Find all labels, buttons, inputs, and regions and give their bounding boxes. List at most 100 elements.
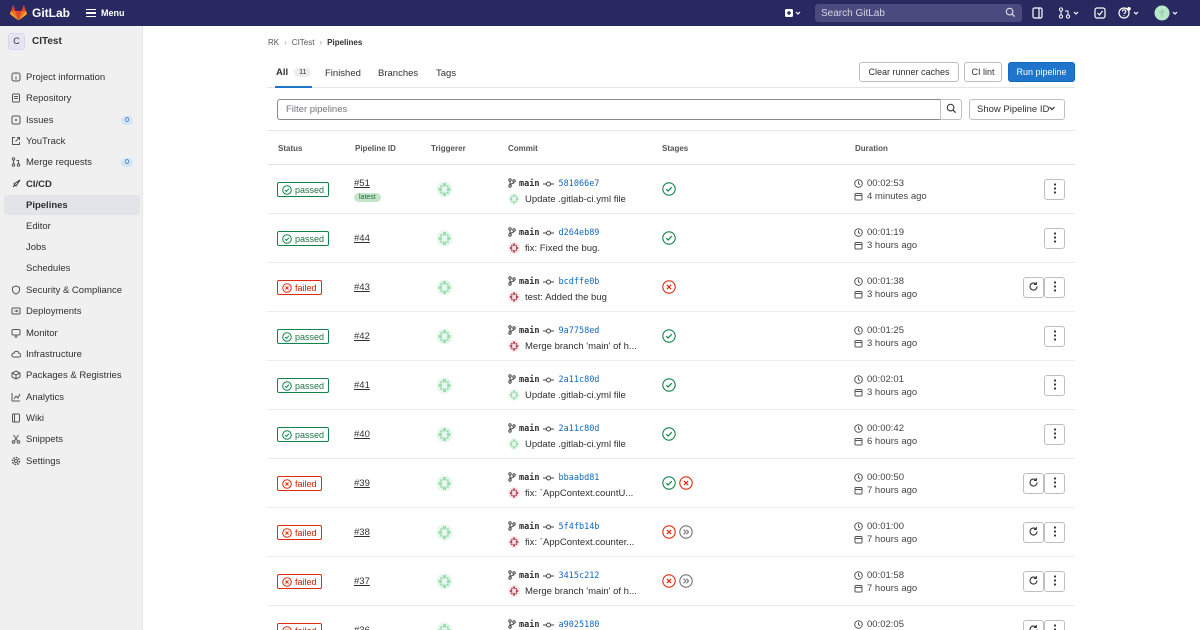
branch-link[interactable]: main [519,424,539,434]
status-badge[interactable]: failed [277,623,322,630]
commit-title-link[interactable]: fix: `AppContext.counter... [525,537,634,548]
triggerer-avatar[interactable] [436,181,453,198]
branch-link[interactable]: main [519,179,539,189]
sidebar-item-wiki[interactable]: Wiki [0,408,143,428]
stage-failed-icon[interactable] [679,476,693,490]
author-avatar[interactable] [508,487,520,499]
tab-all[interactable]: All 11 [275,58,313,88]
pipeline-id-link[interactable]: #42 [354,331,370,342]
sidebar-item-pipelines[interactable]: Pipelines [4,195,140,215]
commit-sha-link[interactable]: 9a7758ed [558,326,599,336]
triggerer-avatar[interactable] [436,622,453,630]
clear-runner-caches-button[interactable]: Clear runner caches [859,62,959,82]
retry-button[interactable] [1023,473,1044,494]
commit-title-link[interactable]: Update .gitlab-ci.yml file [525,439,626,450]
author-avatar[interactable] [508,291,520,303]
breadcrumb-item[interactable]: CITest [292,38,315,47]
branch-link[interactable]: main [519,473,539,483]
tab-branches[interactable]: Branches [378,58,418,88]
author-avatar[interactable] [508,340,520,352]
triggerer-avatar[interactable] [436,230,453,247]
stage-success-icon[interactable] [662,231,676,245]
branch-link[interactable]: main [519,571,539,581]
pipeline-id-link[interactable]: #40 [354,429,370,440]
filter-search-button[interactable] [940,99,962,120]
stage-success-icon[interactable] [662,427,676,441]
stage-skipped-icon[interactable] [679,525,693,539]
more-actions-button[interactable] [1044,522,1065,543]
stage-success-icon[interactable] [662,329,676,343]
new-item-icon[interactable] [780,5,806,21]
triggerer-avatar[interactable] [436,573,453,590]
todo-sidebar-icon[interactable] [1032,5,1043,21]
pipeline-id-link[interactable]: #51 [354,178,370,189]
commit-title-link[interactable]: Merge branch 'main' of h... [525,341,637,352]
author-avatar[interactable] [508,389,520,401]
more-actions-button[interactable] [1044,179,1065,200]
sidebar-item-deployments[interactable]: Deployments [0,301,143,321]
sidebar-item-merge-requests[interactable]: Merge requests 0 [0,152,143,172]
sidebar-item-infrastructure[interactable]: Infrastructure [0,344,143,364]
more-actions-button[interactable] [1044,228,1065,249]
more-actions-button[interactable] [1044,375,1065,396]
sidebar-item-youtrack[interactable]: YouTrack [0,131,143,151]
commit-title-link[interactable]: fix: Fixed the bug. [525,243,600,254]
todos-icon[interactable] [1094,5,1106,21]
commit-sha-link[interactable]: d264eb89 [558,228,599,238]
user-avatar[interactable] [1154,5,1180,21]
sidebar-item-schedules[interactable]: Schedules [0,258,143,278]
branch-link[interactable]: main [519,277,539,287]
branch-link[interactable]: main [519,375,539,385]
author-avatar[interactable] [508,193,520,205]
tab-finished[interactable]: Finished [325,58,361,88]
menu-button[interactable]: Menu [86,7,125,19]
triggerer-avatar[interactable] [436,328,453,345]
sidebar-item-project-information[interactable]: Project information [0,67,143,87]
author-avatar[interactable] [508,536,520,548]
more-actions-button[interactable] [1044,620,1065,630]
stage-success-icon[interactable] [662,378,676,392]
more-actions-button[interactable] [1044,571,1065,592]
more-actions-button[interactable] [1044,473,1065,494]
retry-button[interactable] [1023,571,1044,592]
author-avatar[interactable] [508,585,520,597]
search-input[interactable]: Search GitLab [815,4,1022,22]
commit-sha-link[interactable]: 2a11c80d [558,375,599,385]
stage-failed-icon[interactable] [662,574,676,588]
breadcrumb-current[interactable]: Pipelines [327,38,362,47]
gitlab-logo[interactable]: GitLab [10,5,70,21]
author-avatar[interactable] [508,242,520,254]
sidebar-item-security-compliance[interactable]: Security & Compliance [0,280,143,300]
pipeline-id-link[interactable]: #36 [354,625,370,630]
breadcrumb-item[interactable]: RK [268,38,279,47]
status-badge[interactable]: failed [277,476,322,491]
commit-sha-link[interactable]: bbaabd81 [558,473,599,483]
commit-sha-link[interactable]: 581066e7 [558,179,599,189]
sidebar-item-packages-registries[interactable]: Packages & Registries [0,365,143,385]
pipeline-id-link[interactable]: #43 [354,282,370,293]
stage-success-icon[interactable] [662,182,676,196]
stage-skipped-icon[interactable] [679,574,693,588]
sidebar-item-repository[interactable]: Repository [0,88,143,108]
sidebar-item-jobs[interactable]: Jobs [0,237,143,257]
branch-link[interactable]: main [519,228,539,238]
status-badge[interactable]: passed [277,231,330,246]
commit-title-link[interactable]: fix: `AppContext.countU... [525,488,633,499]
status-badge[interactable]: passed [277,427,330,442]
commit-title-link[interactable]: test: Added the bug [525,292,607,303]
retry-button[interactable] [1023,277,1044,298]
sidebar-item-settings[interactable]: Settings [0,451,143,471]
merge-requests-icon[interactable] [1058,5,1080,21]
status-badge[interactable]: passed [277,182,330,197]
pipeline-id-link[interactable]: #37 [354,576,370,587]
commit-sha-link[interactable]: a9025180 [558,620,599,630]
more-actions-button[interactable] [1044,424,1065,445]
sidebar-item-monitor[interactable]: Monitor [0,323,143,343]
commit-title-link[interactable]: Update .gitlab-ci.yml file [525,194,626,205]
pipeline-id-link[interactable]: #39 [354,478,370,489]
sidebar-project-header[interactable]: C CITest [0,26,142,56]
pipeline-id-link[interactable]: #41 [354,380,370,391]
triggerer-avatar[interactable] [436,475,453,492]
author-avatar[interactable] [508,438,520,450]
pipeline-id-link[interactable]: #38 [354,527,370,538]
